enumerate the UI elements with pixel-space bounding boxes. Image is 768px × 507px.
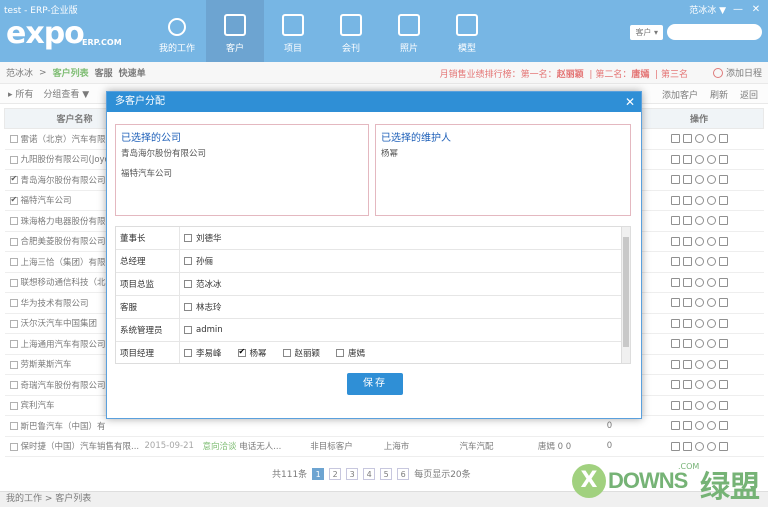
role-name: 客服 — [116, 296, 180, 318]
dialog-header: 多客户分配 ✕ — [107, 92, 641, 112]
user-checkbox[interactable] — [282, 349, 291, 357]
selected-maintainers: 已选择的维护人 杨幂 — [375, 124, 631, 216]
role-name: 系统管理员 — [116, 319, 180, 341]
selected-maintainer: 杨幂 — [381, 149, 399, 159]
role-name: 总经理 — [116, 250, 180, 272]
role-row: 客服 林志玲 — [116, 296, 630, 319]
dialog-title: 多客户分配 — [115, 96, 165, 107]
user-checkbox[interactable] — [184, 280, 192, 288]
user-checkbox[interactable] — [184, 303, 192, 311]
role-name: 项目经理 — [116, 342, 180, 363]
user-checkbox[interactable] — [237, 347, 246, 357]
scrollbar[interactable] — [621, 227, 630, 363]
role-row: 系统管理员 admin — [116, 319, 630, 342]
role-row: 总经理 孙俪 — [116, 250, 630, 273]
role-user-option[interactable]: 杨幂 — [237, 347, 267, 359]
role-user-list: 董事长 刘德华 总经理 孙俪 项目总监 范冰冰 客服 林志玲 系统管理员 admin 项目经理 李易峰… — [115, 226, 631, 364]
role-user-option[interactable]: 范冰冰 — [184, 278, 222, 290]
selected-company: 青岛海尔股份有限公司 — [121, 149, 207, 159]
role-row: 董事长 刘德华 — [116, 227, 630, 250]
user-checkbox[interactable] — [336, 349, 345, 357]
selected-company: 福特汽车公司 — [121, 169, 173, 179]
save-button[interactable]: 保存 — [347, 373, 403, 395]
role-row: 项目经理李易峰 杨幂 赵丽颖 唐嫣 — [116, 342, 630, 363]
role-user-option[interactable]: 林志玲 — [184, 301, 222, 313]
role-name: 项目总监 — [116, 273, 180, 295]
user-checkbox[interactable] — [184, 326, 192, 334]
user-checkbox[interactable] — [184, 257, 192, 265]
role-user-option[interactable]: 赵丽颖 — [282, 347, 320, 359]
user-checkbox[interactable] — [184, 349, 192, 357]
multi-customer-assign-dialog: 多客户分配 ✕ 已选择的公司 青岛海尔股份有限公司 福特汽车公司 已选择的维护人… — [106, 91, 642, 419]
role-user-option[interactable]: admin — [184, 325, 223, 335]
selected-companies: 已选择的公司 青岛海尔股份有限公司 福特汽车公司 — [115, 124, 369, 216]
role-user-option[interactable]: 孙俪 — [184, 255, 213, 267]
role-user-option[interactable]: 唐嫣 — [336, 347, 365, 359]
role-row: 项目总监 范冰冰 — [116, 273, 630, 296]
dialog-close-icon[interactable]: ✕ — [625, 92, 635, 112]
role-user-option[interactable]: 李易峰 — [184, 347, 222, 359]
user-checkbox[interactable] — [184, 234, 192, 242]
role-name: 董事长 — [116, 227, 180, 249]
role-user-option[interactable]: 刘德华 — [184, 232, 222, 244]
